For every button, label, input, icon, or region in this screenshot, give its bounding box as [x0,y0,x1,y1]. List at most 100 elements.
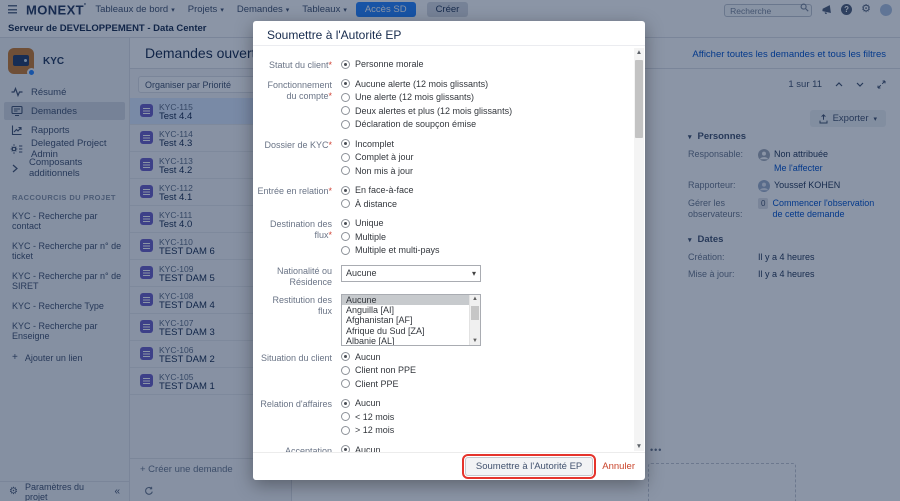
radio-option-label: Multiple [355,232,386,242]
chevron-down-icon: ▾ [472,269,476,278]
field-control: Aucune ▾ [341,265,481,288]
scroll-up-icon[interactable]: ▲ [634,49,644,56]
radio-option-aucun[interactable]: Aucun [341,445,393,453]
radio-option-label: Aucun [355,352,381,362]
radio-option-label: > 12 mois [355,425,394,435]
form-field-relation-d-affaires: Relation d'affairesAucun< 12 mois> 12 mo… [257,398,633,439]
radio-button[interactable] [341,153,350,162]
dialog-scrollbar[interactable]: ▲ ▼ [634,48,644,451]
scroll-down-icon[interactable]: ▼ [634,443,644,450]
form-field-nationalite-ou-residence: Nationalité ou Résidence Aucune ▾ [257,265,633,288]
radio-option-multiple[interactable]: Multiple [341,232,440,242]
radio-option-deux-alertes-et-plus-12-mois-glissants[interactable]: Deux alertes et plus (12 mois glissants) [341,106,512,116]
radio-option-label: Une alerte (12 mois glissants) [355,92,474,102]
form-field-restitution-des-flux: Restitution des fluxAucuneAnguilla [AI]A… [257,294,633,346]
field-label: Fonctionnement du compte* [257,79,332,133]
listbox-option[interactable]: Afrique du Sud [ZA] [342,326,480,336]
radio-option-label: Aucun [355,398,381,408]
radio-option-12-mois[interactable]: > 12 mois [341,425,394,435]
listbox-restitution-des-flux[interactable]: AucuneAnguilla [AI]Afghanistan [AF]Afriq… [341,294,481,346]
radio-button[interactable] [341,106,350,115]
select-nationalite-ou-residence[interactable]: Aucune ▾ [341,265,481,282]
field-label: Destination des flux* [257,218,332,259]
submit-authority-button[interactable]: Soumettre à l'Autorité EP [465,457,593,476]
radio-option-aucune-alerte-12-mois-glissants[interactable]: Aucune alerte (12 mois glissants) [341,79,512,89]
field-label: Acceptation [257,445,332,453]
radio-option-label: En face-à-face [355,185,414,195]
radio-button[interactable] [341,412,350,421]
radio-button[interactable] [341,219,350,228]
radio-option-client-ppe[interactable]: Client PPE [341,379,416,389]
radio-option-non-mis-a-jour[interactable]: Non mis à jour [341,166,414,176]
radio-option-multiple-et-multi-pays[interactable]: Multiple et multi-pays [341,245,440,255]
listbox-option[interactable]: Albanie [AL] [342,336,480,345]
radio-button[interactable] [341,352,350,361]
radio-option-label: Deux alertes et plus (12 mois glissants) [355,106,512,116]
radio-button[interactable] [341,445,350,452]
radio-option-a-distance[interactable]: À distance [341,199,414,209]
radio-button[interactable] [341,93,350,102]
field-control: AucuneAnguilla [AI]Afghanistan [AF]Afriq… [341,294,481,346]
radio-button[interactable] [341,399,350,408]
radio-button[interactable] [341,199,350,208]
radio-option-declaration-de-soupcon-emise[interactable]: Déclaration de soupçon émise [341,119,512,129]
field-label: Dossier de KYC* [257,139,332,180]
radio-option-unique[interactable]: Unique [341,218,440,228]
radio-option-client-non-ppe[interactable]: Client non PPE [341,365,416,375]
radio-option-label: Client PPE [355,379,399,389]
radio-option-aucun[interactable]: Aucun [341,398,394,408]
radio-option-label: Incomplet [355,139,394,149]
listbox-option[interactable]: Afghanistan [AF] [342,315,480,325]
field-control: AucunProximitéVAD [341,445,393,453]
form-field-fonctionnement-du-compte: Fonctionnement du compte* Aucune alerte (… [257,79,633,133]
radio-button[interactable] [341,186,350,195]
radio-button[interactable] [341,166,350,175]
field-control: Incomplet Complet à jour Non mis à jour [341,139,414,180]
field-control: Personne morale [341,59,424,73]
radio-option-label: Client non PPE [355,365,416,375]
field-label: Entrée en relation* [257,185,332,212]
radio-option-12-mois[interactable]: < 12 mois [341,412,394,422]
field-control: Aucun Client non PPE Client PPE [341,352,416,393]
radio-option-incomplet[interactable]: Incomplet [341,139,414,149]
radio-button[interactable] [341,426,350,435]
field-control: Aucun < 12 mois > 12 mois [341,398,394,439]
field-label: Nationalité ou Résidence [257,265,332,288]
radio-option-en-face-a-face[interactable]: En face-à-face [341,185,414,195]
radio-option-label: Non mis à jour [355,166,413,176]
field-label: Restitution des flux [257,294,332,346]
radio-button[interactable] [341,60,350,69]
radio-button[interactable] [341,232,350,241]
listbox-scrollbar[interactable]: ▲▼ [469,295,480,345]
form-field-statut-du-client: Statut du client* Personne morale [257,59,633,73]
radio-option-label: Aucune alerte (12 mois glissants) [355,79,488,89]
radio-button[interactable] [341,246,350,255]
scrollbar-thumb[interactable] [635,60,643,138]
radio-option-complet-a-jour[interactable]: Complet à jour [341,152,414,162]
scrollbar-thumb[interactable] [471,306,479,320]
radio-option-une-alerte-12-mois-glissants[interactable]: Une alerte (12 mois glissants) [341,92,512,102]
radio-button[interactable] [341,139,350,148]
dialog-footer: Soumettre à l'Autorité EP Annuler [253,452,645,480]
form-field-destination-des-flux: Destination des flux* Unique Multiple Multi… [257,218,633,259]
required-asterisk: * [328,140,332,150]
submit-authority-dialog: Soumettre à l'Autorité EP Statut du clie… [253,21,645,480]
scroll-up-icon[interactable]: ▲ [470,296,480,302]
radio-button[interactable] [341,366,350,375]
radio-option-aucun[interactable]: Aucun [341,352,416,362]
listbox-option[interactable]: Aucune [342,295,480,305]
radio-option-label: Unique [355,218,384,228]
radio-button[interactable] [341,79,350,88]
form-field-acceptation: Acceptation AucunProximitéVAD [257,445,633,453]
select-value: Aucune [346,268,377,278]
required-asterisk: * [328,60,332,70]
radio-button[interactable] [341,120,350,129]
application-window: MONEXT' Tableaux de bord▾Projets▾Demande… [0,0,900,501]
field-label: Statut du client* [257,59,332,73]
scroll-down-icon[interactable]: ▼ [470,338,480,344]
cancel-link[interactable]: Annuler [602,461,635,472]
radio-option-personne-morale[interactable]: Personne morale [341,59,424,69]
radio-button[interactable] [341,379,350,388]
listbox-option[interactable]: Anguilla [AI] [342,305,480,315]
radio-option-label: < 12 mois [355,412,394,422]
